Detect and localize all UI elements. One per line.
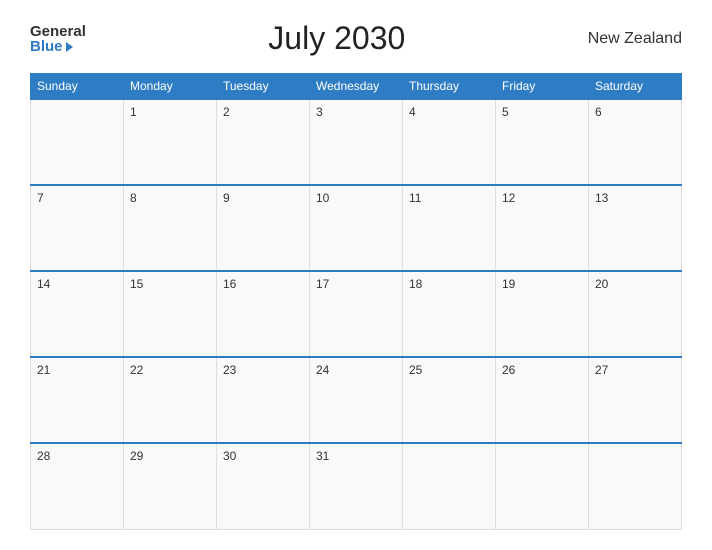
calendar-weekday-header: Saturday — [589, 74, 682, 100]
calendar-day-cell — [403, 443, 496, 529]
calendar-weekday-header: Wednesday — [310, 74, 403, 100]
page-header: General Blue July 2030 New Zealand — [30, 20, 682, 57]
calendar-table: SundayMondayTuesdayWednesdayThursdayFrid… — [30, 73, 682, 530]
calendar-day-cell: 6 — [589, 99, 682, 185]
calendar-weekday-header: Tuesday — [217, 74, 310, 100]
calendar-day-cell — [31, 99, 124, 185]
calendar-day-cell: 2 — [217, 99, 310, 185]
calendar-day-cell: 29 — [124, 443, 217, 529]
calendar-day-cell: 19 — [496, 271, 589, 357]
logo-triangle-icon — [66, 42, 73, 52]
calendar-day-cell: 1 — [124, 99, 217, 185]
calendar-week-row: 14151617181920 — [31, 271, 682, 357]
logo-blue-text: Blue — [30, 39, 73, 54]
calendar-day-cell: 15 — [124, 271, 217, 357]
calendar-day-cell: 30 — [217, 443, 310, 529]
calendar-day-cell: 23 — [217, 357, 310, 443]
logo-general-text: General — [30, 24, 86, 39]
calendar-body: 1234567891011121314151617181920212223242… — [31, 99, 682, 530]
country-label: New Zealand — [588, 30, 682, 48]
calendar-day-cell: 31 — [310, 443, 403, 529]
calendar-day-cell: 9 — [217, 185, 310, 271]
calendar-day-cell: 3 — [310, 99, 403, 185]
calendar-week-row: 123456 — [31, 99, 682, 185]
calendar-day-cell: 27 — [589, 357, 682, 443]
calendar-day-cell: 5 — [496, 99, 589, 185]
calendar-weekday-header: Thursday — [403, 74, 496, 100]
calendar-day-cell: 24 — [310, 357, 403, 443]
calendar-day-cell — [496, 443, 589, 529]
logo: General Blue — [30, 24, 86, 54]
calendar-day-cell: 25 — [403, 357, 496, 443]
calendar-day-cell: 17 — [310, 271, 403, 357]
calendar-week-row: 78910111213 — [31, 185, 682, 271]
calendar-day-cell: 20 — [589, 271, 682, 357]
calendar-day-cell: 11 — [403, 185, 496, 271]
calendar-day-cell: 22 — [124, 357, 217, 443]
month-title: July 2030 — [268, 20, 405, 57]
calendar-day-cell: 14 — [31, 271, 124, 357]
calendar-header-row: SundayMondayTuesdayWednesdayThursdayFrid… — [31, 74, 682, 100]
calendar-week-row: 21222324252627 — [31, 357, 682, 443]
calendar-weekday-header: Sunday — [31, 74, 124, 100]
calendar-day-cell: 18 — [403, 271, 496, 357]
calendar-day-cell: 4 — [403, 99, 496, 185]
calendar-day-cell: 26 — [496, 357, 589, 443]
calendar-day-cell: 28 — [31, 443, 124, 529]
calendar-day-cell: 13 — [589, 185, 682, 271]
calendar-day-cell: 10 — [310, 185, 403, 271]
calendar-day-cell — [589, 443, 682, 529]
calendar-day-cell: 16 — [217, 271, 310, 357]
calendar-day-cell: 7 — [31, 185, 124, 271]
calendar-week-row: 28293031 — [31, 443, 682, 529]
calendar-weekday-header: Monday — [124, 74, 217, 100]
calendar-day-cell: 12 — [496, 185, 589, 271]
calendar-day-cell: 21 — [31, 357, 124, 443]
calendar-weekday-header: Friday — [496, 74, 589, 100]
calendar-day-cell: 8 — [124, 185, 217, 271]
